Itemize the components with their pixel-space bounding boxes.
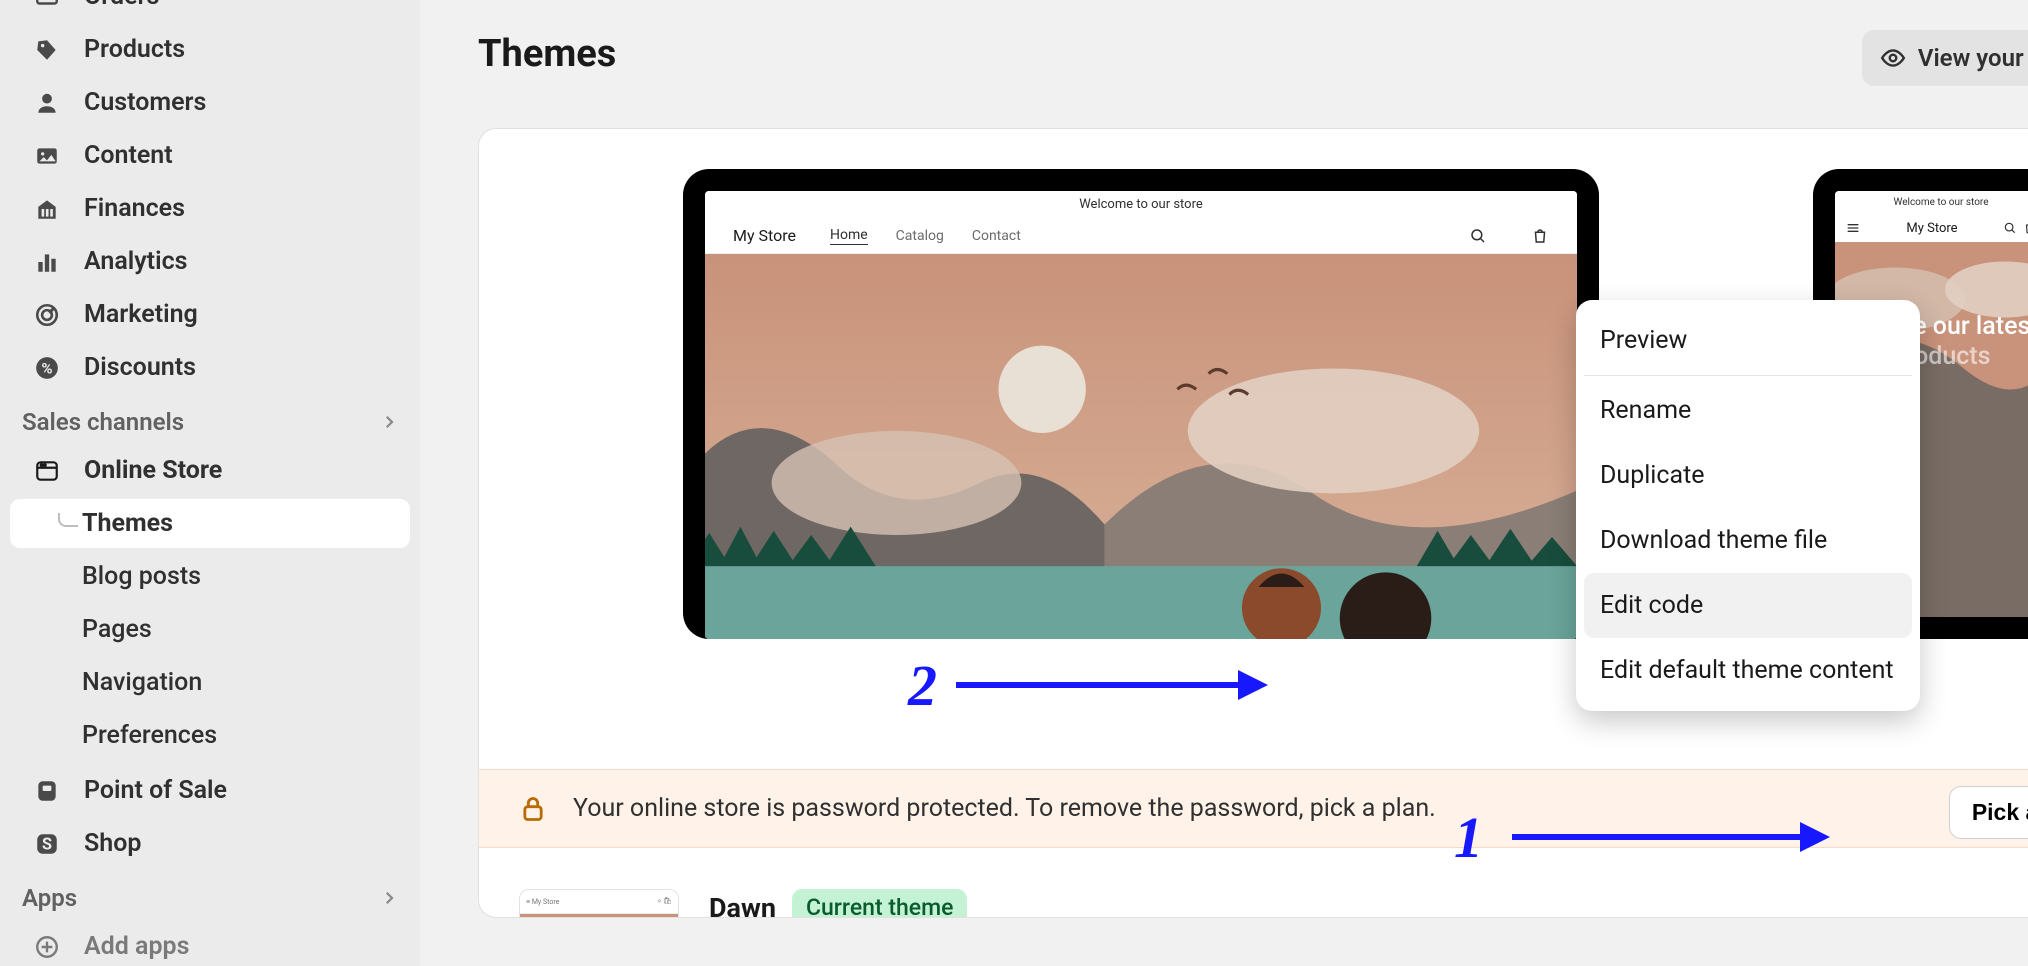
nav-label: Shop xyxy=(84,829,141,858)
nav-label: Products xyxy=(84,35,185,64)
password-text: Your online store is password protected.… xyxy=(573,794,1436,823)
nav-label: Pages xyxy=(82,615,152,644)
nav-label: Analytics xyxy=(84,247,187,276)
section-label: Apps xyxy=(22,884,77,912)
announce-bar: Welcome to our store xyxy=(705,191,1577,218)
theme-name: Dawn xyxy=(709,892,776,919)
menu-download[interactable]: Download theme file xyxy=(1584,508,1912,573)
nav-finances[interactable]: Finances xyxy=(10,184,410,233)
theme-actions-menu: Preview Rename Duplicate Download theme … xyxy=(1576,300,1920,711)
nav-discounts[interactable]: % Discounts xyxy=(10,343,410,392)
nav-label: Blog posts xyxy=(82,562,201,591)
pick-plan-button[interactable]: Pick a plan xyxy=(1949,786,2028,839)
marketing-icon xyxy=(32,302,62,328)
store-nav-catalog: Catalog xyxy=(896,228,944,244)
section-label: Sales channels xyxy=(22,408,184,436)
nav-label: Online Store xyxy=(84,456,222,485)
eye-icon xyxy=(1880,45,1906,71)
bag-icon xyxy=(1531,227,1549,245)
content-icon xyxy=(32,143,62,169)
apps-header[interactable]: Apps xyxy=(0,870,420,920)
nav-products[interactable]: Products xyxy=(10,25,410,74)
nav-blog-posts[interactable]: Blog posts xyxy=(10,552,410,601)
svg-text:%: % xyxy=(41,359,52,377)
chevron-right-icon xyxy=(380,413,398,431)
desktop-preview-frame: Welcome to our store My Store Home Catal… xyxy=(683,169,1599,639)
customers-icon xyxy=(32,90,62,116)
nav-label: Content xyxy=(84,141,173,170)
orders-icon xyxy=(32,0,62,10)
menu-edit-code[interactable]: Edit code xyxy=(1584,573,1912,638)
search-icon xyxy=(1469,227,1487,245)
nav-label: Navigation xyxy=(82,668,202,697)
nav-pages[interactable]: Pages xyxy=(10,605,410,654)
store-header: My Store Home Catalog Contact xyxy=(705,218,1577,254)
sales-channels-header[interactable]: Sales channels xyxy=(0,394,420,444)
finances-icon xyxy=(32,196,62,222)
nav-label: Point of Sale xyxy=(84,776,227,805)
nav-analytics[interactable]: Analytics xyxy=(10,237,410,286)
desktop-preview: Welcome to our store My Store Home Catal… xyxy=(705,191,1577,639)
menu-preview[interactable]: Preview xyxy=(1584,308,1912,373)
menu-icon xyxy=(1845,220,1861,236)
plus-circle-icon xyxy=(32,934,62,960)
current-theme-row: ≡ My Store⌕ 🛍 Browse our latest products xyxy=(519,889,2028,918)
menu-rename[interactable]: Rename xyxy=(1584,378,1912,443)
menu-duplicate[interactable]: Duplicate xyxy=(1584,443,1912,508)
search-icon xyxy=(2003,221,2017,235)
view-store-button[interactable]: View your st xyxy=(1862,30,2028,86)
announce-bar-mobile: Welcome to our store xyxy=(1835,191,2028,214)
nav-pos[interactable]: Point of Sale xyxy=(10,766,410,815)
products-icon xyxy=(32,37,62,63)
nav-label: Customers xyxy=(84,88,206,117)
view-store-label: View your st xyxy=(1918,44,2028,72)
mobile-header: My Store xyxy=(1835,214,2028,242)
nav-marketing[interactable]: Marketing xyxy=(10,290,410,339)
nav-shop[interactable]: S Shop xyxy=(10,819,410,868)
bag-icon xyxy=(2023,221,2028,235)
nav-online-store[interactable]: Online Store xyxy=(10,446,410,495)
shop-icon: S xyxy=(32,831,62,857)
nav-label: Add apps xyxy=(84,932,189,961)
current-theme-badge: Current theme xyxy=(792,889,967,918)
lock-icon xyxy=(519,795,547,823)
page-title: Themes xyxy=(478,32,2028,76)
nav-preferences[interactable]: Preferences xyxy=(10,711,410,760)
pos-icon xyxy=(32,778,62,804)
annotation-1: 1 xyxy=(1454,804,1483,871)
analytics-icon xyxy=(32,249,62,275)
nav-label: Preferences xyxy=(82,721,217,750)
nav-label: Marketing xyxy=(84,300,198,329)
theme-thumbnail: ≡ My Store⌕ 🛍 Browse our latest products xyxy=(519,889,679,918)
store-icon xyxy=(32,458,62,484)
nav-label: Discounts xyxy=(84,353,196,382)
nav-content[interactable]: Content xyxy=(10,131,410,180)
menu-separator xyxy=(1584,375,1912,376)
nav-label: Finances xyxy=(84,194,185,223)
store-nav-contact: Contact xyxy=(972,228,1021,244)
nav-customers[interactable]: Customers xyxy=(10,78,410,127)
mobile-brand: My Store xyxy=(1906,221,1957,236)
main-content: Themes View your st Welcome to our store… xyxy=(420,0,2028,966)
nav-add-apps[interactable]: Add apps xyxy=(10,922,410,966)
nav-orders[interactable]: Orders xyxy=(10,0,410,21)
annotation-2: 2 xyxy=(908,652,937,719)
nav-navigation[interactable]: Navigation xyxy=(10,658,410,707)
theme-meta: Dawn Current theme Added: 50 minutes ago… xyxy=(709,889,967,918)
discounts-icon: % xyxy=(32,355,62,381)
chevron-right-icon xyxy=(380,889,398,907)
nav-themes[interactable]: Themes xyxy=(10,499,410,548)
sidebar: Orders Products Customers Content Financ… xyxy=(0,0,420,966)
hero-image xyxy=(705,254,1577,639)
menu-edit-default[interactable]: Edit default theme content xyxy=(1584,638,1912,703)
store-brand: My Store xyxy=(733,226,796,245)
nav-label: Orders xyxy=(84,0,159,11)
nav-label: Themes xyxy=(82,509,173,538)
svg-text:S: S xyxy=(42,834,52,853)
store-nav-home: Home xyxy=(830,227,868,245)
